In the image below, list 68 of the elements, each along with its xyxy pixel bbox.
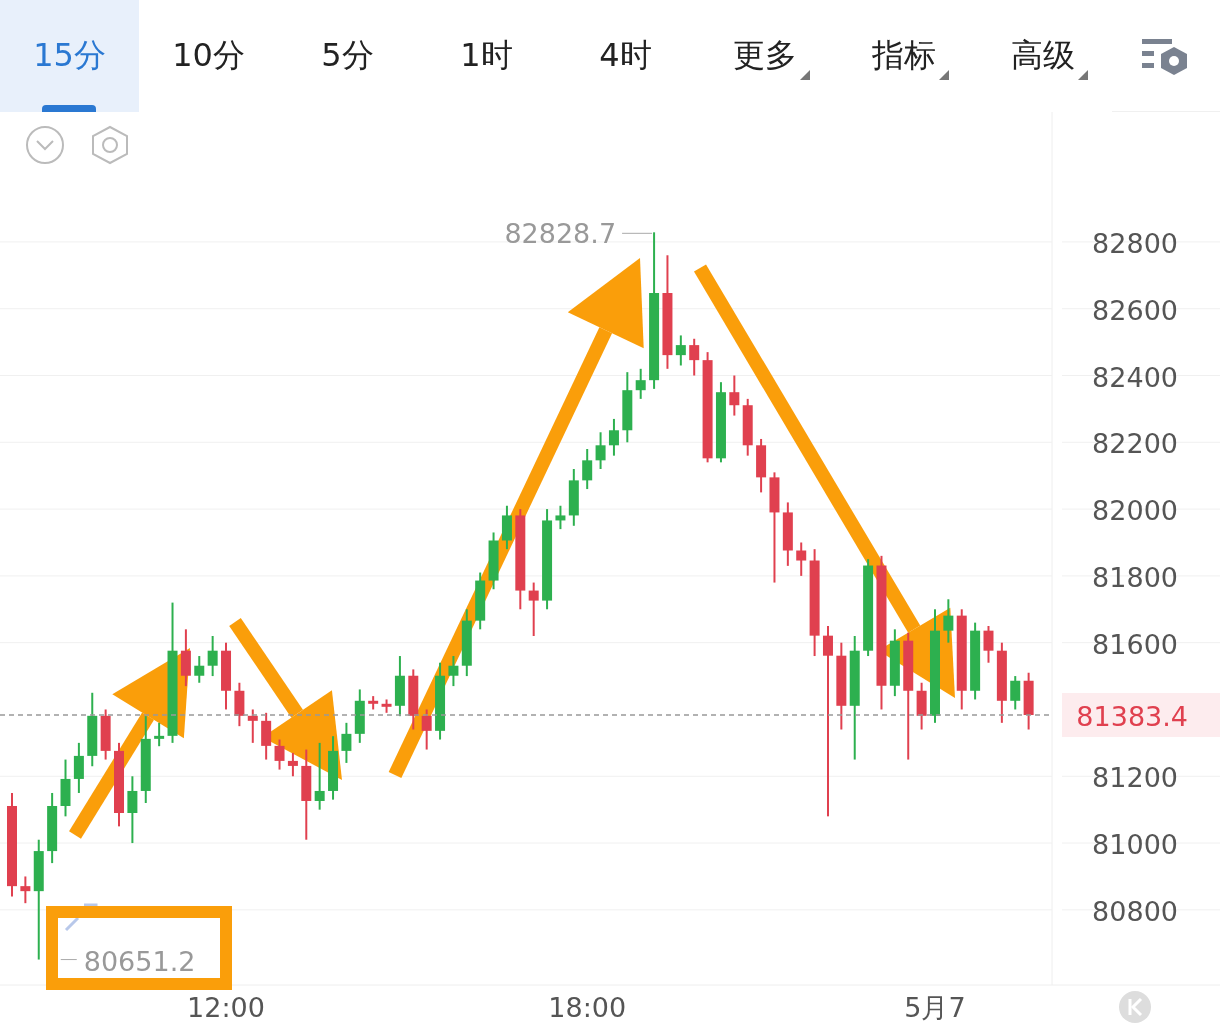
price-axis-label: 81600 xyxy=(1092,628,1178,660)
candle xyxy=(501,504,512,551)
candle xyxy=(221,641,232,711)
candle xyxy=(782,501,793,567)
price-axis-label: 82600 xyxy=(1092,294,1178,326)
candle xyxy=(207,635,218,678)
candle xyxy=(234,681,245,728)
candle xyxy=(100,708,111,761)
candle xyxy=(247,708,258,744)
candle xyxy=(742,397,753,457)
candle xyxy=(261,711,272,761)
candle xyxy=(341,721,352,764)
current-price-tag: 81383.4 xyxy=(1062,693,1220,737)
active-tab-indicator xyxy=(42,104,96,112)
candle xyxy=(983,625,994,664)
candle xyxy=(180,628,191,688)
candle xyxy=(1023,671,1034,731)
hexagon-settings-icon[interactable] xyxy=(92,125,128,165)
candle xyxy=(582,448,593,491)
scroll-back-icon[interactable] xyxy=(1119,991,1151,1023)
candle xyxy=(555,504,566,531)
price-axis-label: 81200 xyxy=(1092,762,1178,794)
candle xyxy=(354,688,365,744)
candle xyxy=(943,598,954,644)
candle xyxy=(60,758,71,818)
interval-tab[interactable]: 15分 xyxy=(0,0,139,112)
candle xyxy=(408,668,419,731)
candle xyxy=(381,698,392,714)
price-axis-label: 82400 xyxy=(1092,361,1178,393)
collapse-circle-icon[interactable] xyxy=(26,126,64,164)
candle xyxy=(314,741,325,811)
candle xyxy=(595,431,606,470)
candle xyxy=(368,695,379,711)
candle xyxy=(889,628,900,698)
candle xyxy=(328,735,339,801)
candle xyxy=(1010,675,1021,711)
candle xyxy=(528,581,539,637)
candle xyxy=(729,374,740,417)
candle xyxy=(154,721,165,748)
candle xyxy=(287,751,298,778)
candle xyxy=(756,437,767,494)
candle xyxy=(568,468,579,527)
candle xyxy=(127,775,138,845)
time-axis-label: 12:00 xyxy=(187,992,265,1023)
candle xyxy=(475,571,486,631)
price-axis-label: 82000 xyxy=(1092,495,1178,527)
candle xyxy=(274,738,285,771)
candle xyxy=(194,655,205,684)
candle xyxy=(448,655,459,688)
candle xyxy=(675,334,686,367)
candle xyxy=(796,541,807,577)
candle xyxy=(461,608,472,678)
price-axis-label: 81800 xyxy=(1092,561,1178,593)
candle xyxy=(421,708,432,751)
time-axis-label: 18:00 xyxy=(548,992,627,1023)
candle xyxy=(488,531,499,591)
price-axis-label: 81000 xyxy=(1092,829,1178,861)
candle xyxy=(73,741,84,794)
price-axis-label: 82200 xyxy=(1092,428,1178,460)
candle xyxy=(635,367,646,400)
candle xyxy=(689,337,700,377)
time-axis-label: 5月7 xyxy=(904,992,966,1023)
candle xyxy=(916,681,927,731)
candle xyxy=(608,417,619,457)
price-axis-label: 80800 xyxy=(1092,895,1178,927)
candle xyxy=(20,875,31,905)
ref-line-label: 81383.4 xyxy=(1076,701,1188,733)
price-axis-label: 82800 xyxy=(1092,227,1178,259)
